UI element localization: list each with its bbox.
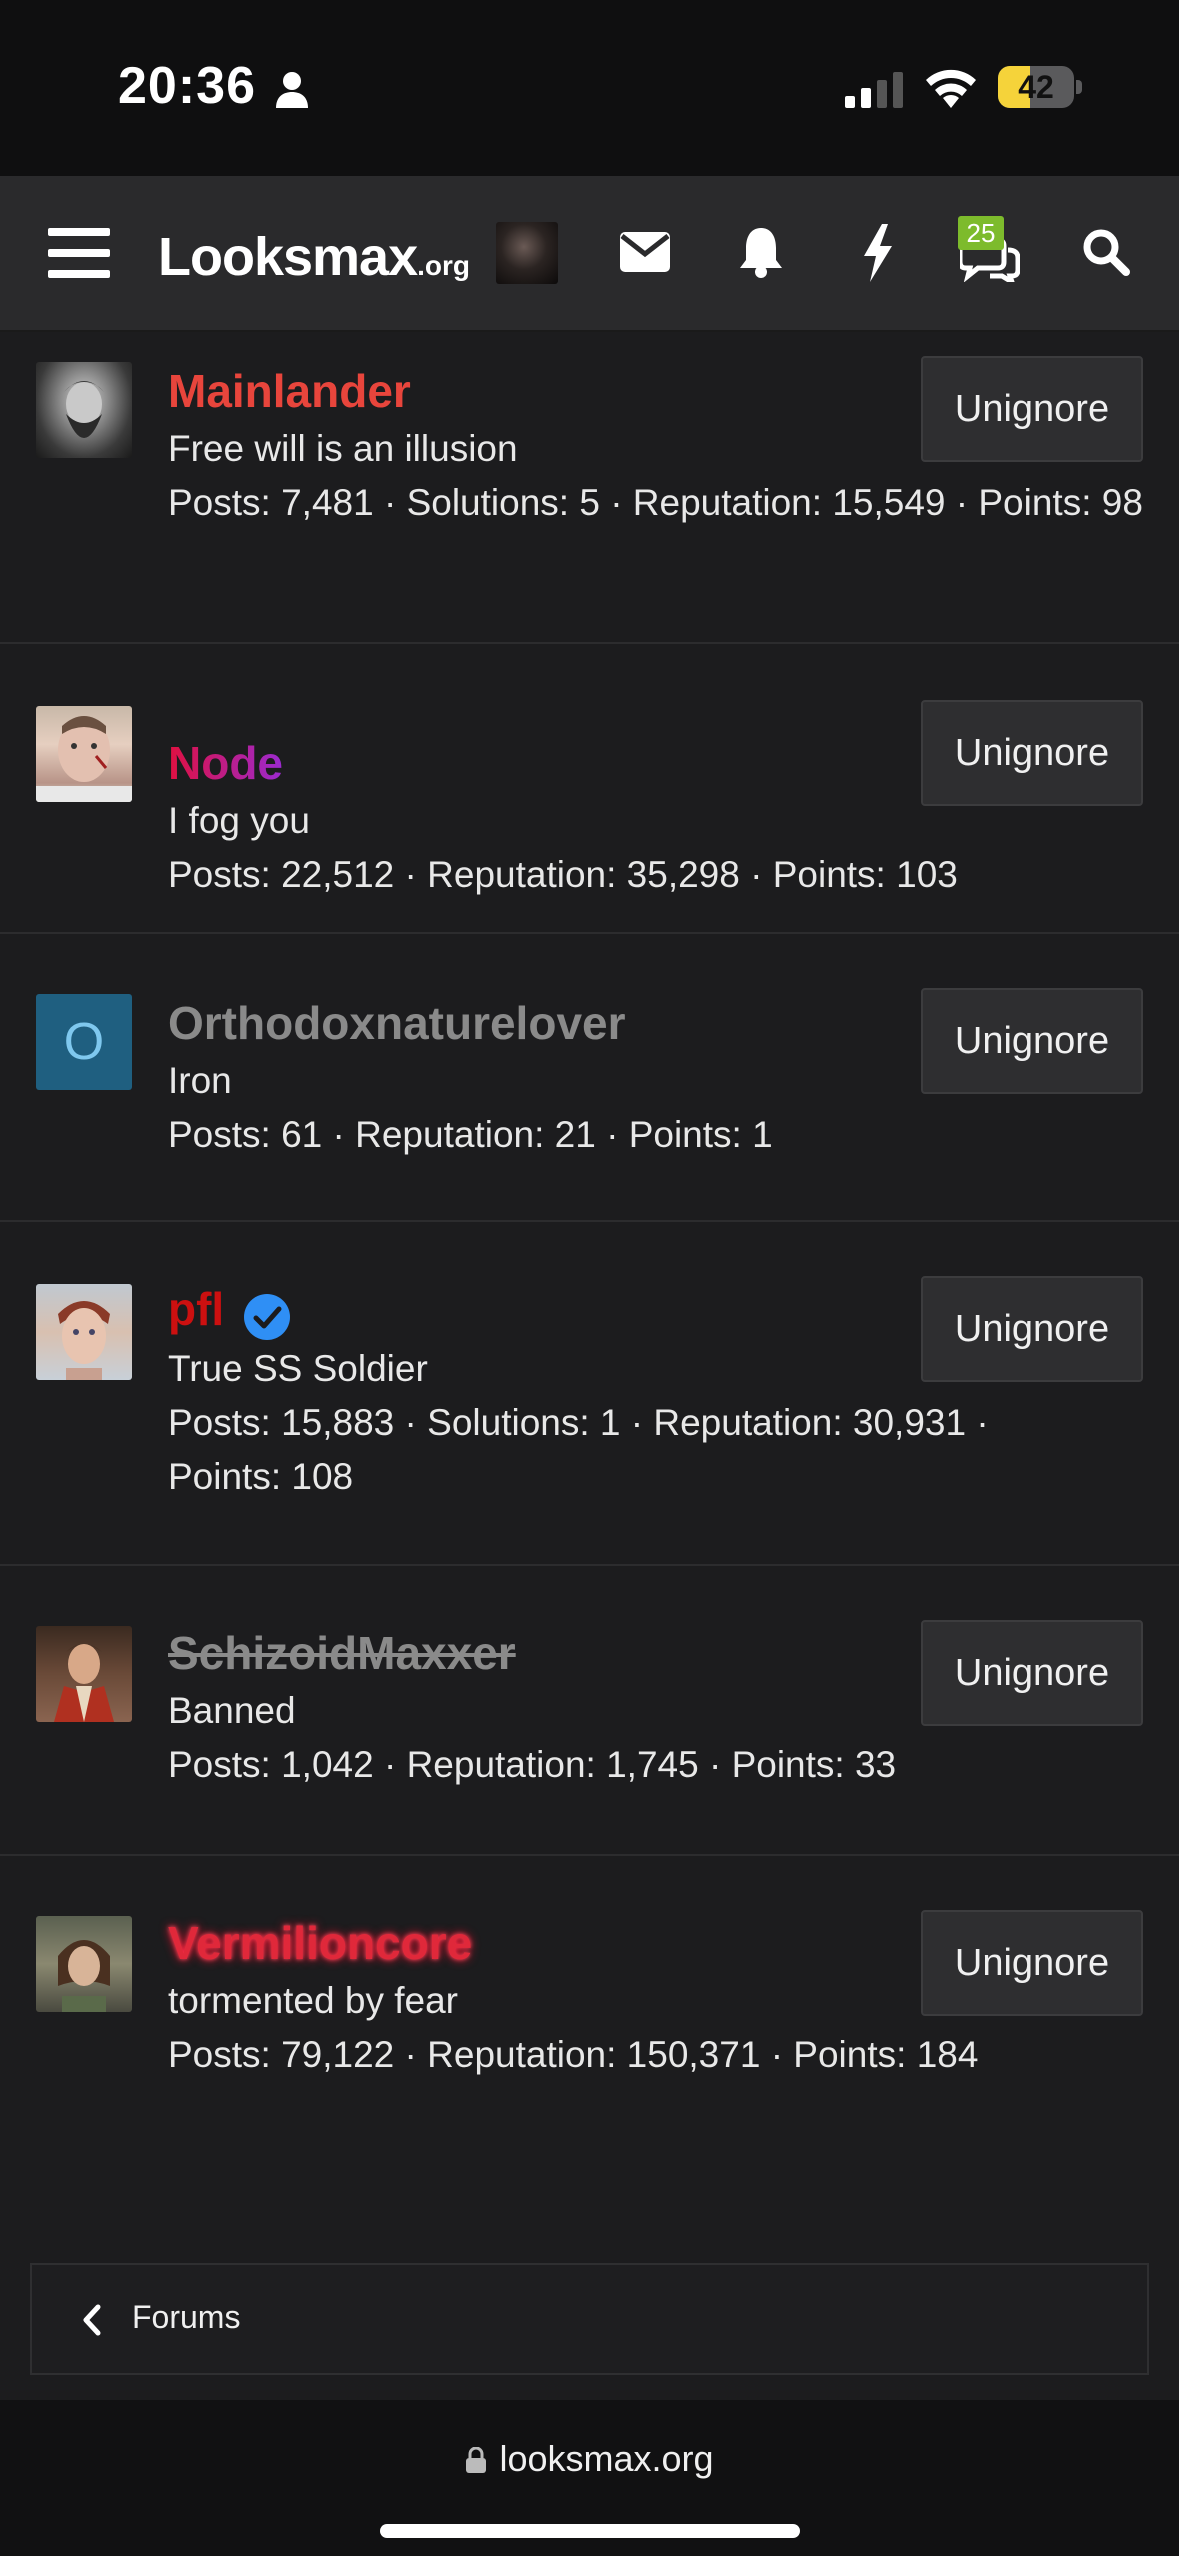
hamburger-menu-icon[interactable]: [48, 226, 110, 280]
home-indicator[interactable]: [380, 2524, 800, 2538]
member-avatar[interactable]: [36, 706, 132, 802]
member-name[interactable]: pfl: [168, 1283, 224, 1335]
status-time: 20:36: [118, 57, 256, 115]
member-name[interactable]: Orthodoxnaturelover: [168, 996, 626, 1050]
unignore-button[interactable]: Unignore: [921, 1620, 1143, 1726]
logo-text: Looksmax: [158, 227, 418, 287]
lightning-bolt-icon[interactable]: [860, 224, 896, 282]
unignore-button[interactable]: Unignore: [921, 700, 1143, 806]
list-item: O Orthodoxnaturelover Iron Posts: 61 · R…: [0, 934, 1179, 1222]
member-stats: Posts: 61 · Reputation: 21 · Points: 1: [168, 1114, 773, 1155]
member-avatar[interactable]: [36, 1284, 132, 1380]
breadcrumb-forums-link[interactable]: Forums: [132, 2299, 240, 2336]
member-stats: Posts: 1,042 · Reputation: 1,745 · Point…: [168, 1744, 897, 1785]
member-stats: Posts: 15,883 · Solutions: 1 · Reputatio…: [168, 1402, 989, 1497]
verified-badge-icon: [243, 1293, 290, 1340]
unignore-button[interactable]: Unignore: [921, 1276, 1143, 1382]
browser-address-bar: looksmax.org: [0, 2400, 1179, 2556]
list-item: pfl True SS Soldier Posts: 15,883 · Solu…: [0, 1222, 1179, 1566]
member-stats: Posts: 22,512 · Reputation: 35,298 · Poi…: [168, 854, 958, 895]
search-icon[interactable]: [1082, 228, 1130, 276]
status-bar: 20:36 42: [0, 0, 1179, 176]
wifi-icon: [926, 69, 976, 108]
member-title: Iron: [168, 1060, 232, 1101]
member-avatar[interactable]: O: [36, 994, 132, 1090]
member-avatar[interactable]: [36, 362, 132, 458]
member-name[interactable]: Mainlander: [168, 364, 411, 418]
member-title: True SS Soldier: [168, 1348, 428, 1389]
chevron-left-icon: [83, 2304, 101, 2336]
url-text: looksmax.org: [499, 2438, 714, 2479]
member-title: Free will is an illusion: [168, 428, 518, 469]
list-item: SchizoidMaxxer Banned Posts: 1,042 · Rep…: [0, 1566, 1179, 1856]
member-avatar[interactable]: [36, 1626, 132, 1722]
list-item: Node I fog you Posts: 22,512 · Reputatio…: [0, 644, 1179, 934]
member-stats: Posts: 79,122 · Reputation: 150,371 · Po…: [168, 2034, 979, 2075]
member-avatar[interactable]: [36, 1916, 132, 2012]
battery-level: 42: [1018, 69, 1054, 105]
url-field[interactable]: looksmax.org: [0, 2438, 1179, 2480]
member-title: I fog you: [168, 800, 310, 841]
unignore-button[interactable]: Unignore: [921, 356, 1143, 462]
member-stats: Posts: 7,481 · Solutions: 5 · Reputation…: [168, 482, 1143, 523]
unignore-button[interactable]: Unignore: [921, 988, 1143, 1094]
bell-icon[interactable]: [738, 226, 784, 278]
breadcrumb[interactable]: Forums: [30, 2263, 1149, 2375]
member-name[interactable]: SchizoidMaxxer: [168, 1626, 516, 1680]
site-logo[interactable]: Looksmax.org: [158, 226, 470, 287]
site-navbar: Looksmax.org 25: [0, 176, 1179, 332]
member-name[interactable]: Vermilioncore: [168, 1916, 472, 1970]
user-avatar[interactable]: [496, 222, 558, 284]
battery-indicator: 42: [998, 66, 1082, 108]
list-item: Vermilioncore tormented by fear Posts: 7…: [0, 1856, 1179, 2146]
lock-icon: [466, 2447, 487, 2473]
person-icon: [276, 72, 308, 108]
member-title: Banned: [168, 1690, 296, 1731]
mail-icon[interactable]: [620, 232, 670, 272]
list-item: Mainlander Free will is an illusion Post…: [0, 332, 1179, 644]
unignore-button[interactable]: Unignore: [921, 1910, 1143, 2016]
conversations-badge: 25: [958, 216, 1004, 250]
logo-domain: .org: [417, 250, 470, 281]
cellular-signal-icon: [845, 72, 903, 108]
member-name[interactable]: Node: [168, 736, 283, 790]
member-name-wrap: pfl: [168, 1282, 291, 1341]
member-title: tormented by fear: [168, 1980, 458, 2021]
